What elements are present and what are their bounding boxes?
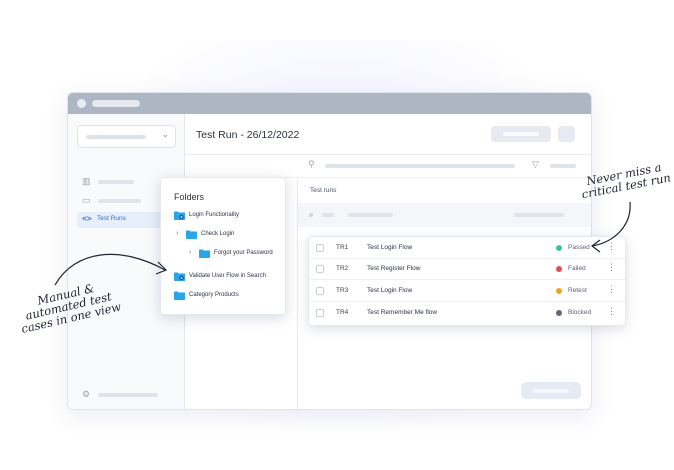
arrow-right (591, 201, 631, 247)
annotation-arrows (54, 201, 631, 286)
